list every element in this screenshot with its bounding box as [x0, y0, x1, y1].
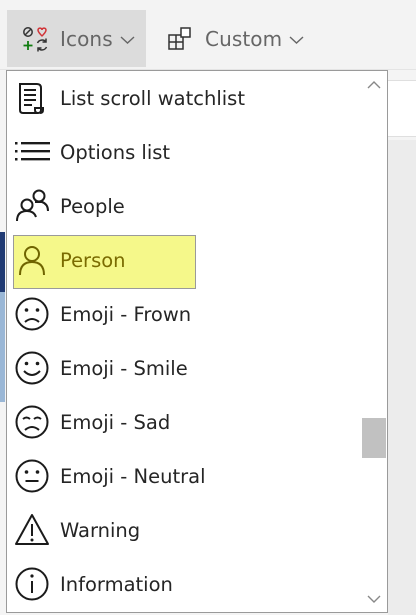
menu-item-label: Emoji - Frown [60, 302, 192, 326]
scroll-up-button[interactable] [361, 71, 387, 97]
menu-item-label: List scroll watchlist [60, 86, 245, 110]
emoji-neutral-icon [13, 457, 51, 495]
canvas-light-accent [0, 292, 5, 402]
chevron-down-icon [367, 595, 381, 603]
menu-item-people[interactable]: People [7, 179, 362, 233]
menu-item-options-list[interactable]: Options list [7, 125, 362, 179]
insert-ribbon: Icons Custom [0, 0, 416, 70]
icons-gallery-icon [23, 26, 48, 51]
icons-dropdown-menu: List scroll watchlist Options list Peopl… [6, 70, 388, 613]
person-icon [13, 241, 51, 279]
menu-item-warning[interactable]: Warning [7, 503, 362, 557]
menu-item-emoji-neutral[interactable]: Emoji - Neutral [7, 449, 362, 503]
menu-item-label: Options list [60, 140, 171, 164]
chevron-down-icon [120, 35, 135, 44]
icons-dropdown-button[interactable]: Icons [7, 10, 146, 67]
chevron-down-icon [289, 35, 304, 44]
warning-icon [13, 511, 51, 549]
chevron-up-icon [367, 80, 381, 88]
menu-item-person[interactable]: Person [7, 233, 362, 289]
menu-item-label: Emoji - Neutral [60, 464, 206, 488]
menu-item-emoji-smile[interactable]: Emoji - Smile [7, 341, 362, 395]
people-icon [13, 187, 51, 225]
canvas-dark-accent [0, 232, 5, 292]
icons-list: List scroll watchlist Options list Peopl… [7, 71, 362, 611]
emoji-sad-icon [13, 403, 51, 441]
custom-button-label: Custom [205, 26, 283, 51]
menu-item-label: Person [60, 248, 126, 272]
options-list-icon [13, 133, 51, 171]
menu-item-label: Warning [60, 518, 141, 542]
custom-shapes-icon [168, 26, 191, 50]
custom-dropdown-button[interactable]: Custom [152, 10, 312, 67]
menu-item-label: Emoji - Smile [60, 356, 188, 380]
scroll-thumb[interactable] [362, 418, 386, 458]
information-icon [13, 565, 51, 603]
menu-item-label: People [60, 194, 125, 218]
canvas-input-strip [388, 80, 416, 137]
scroll-track[interactable] [362, 97, 386, 586]
icons-button-label: Icons [60, 26, 113, 51]
app-window: Icons Custom List scroll watchlist Optio… [0, 0, 416, 615]
menu-item-emoji-sad[interactable]: Emoji - Sad [7, 395, 362, 449]
scroll-down-button[interactable] [361, 586, 387, 612]
dropdown-scrollbar[interactable] [361, 71, 387, 612]
menu-item-information[interactable]: Information [7, 557, 362, 611]
menu-item-label: Emoji - Sad [60, 410, 171, 434]
emoji-smile-icon [13, 349, 51, 387]
list-scroll-watchlist-icon [13, 79, 51, 117]
emoji-frown-icon [13, 295, 51, 333]
menu-item-list-scroll-watchlist[interactable]: List scroll watchlist [7, 71, 362, 125]
canvas-area [388, 140, 416, 615]
menu-item-emoji-frown[interactable]: Emoji - Frown [7, 287, 362, 341]
menu-item-label: Information [60, 572, 173, 596]
